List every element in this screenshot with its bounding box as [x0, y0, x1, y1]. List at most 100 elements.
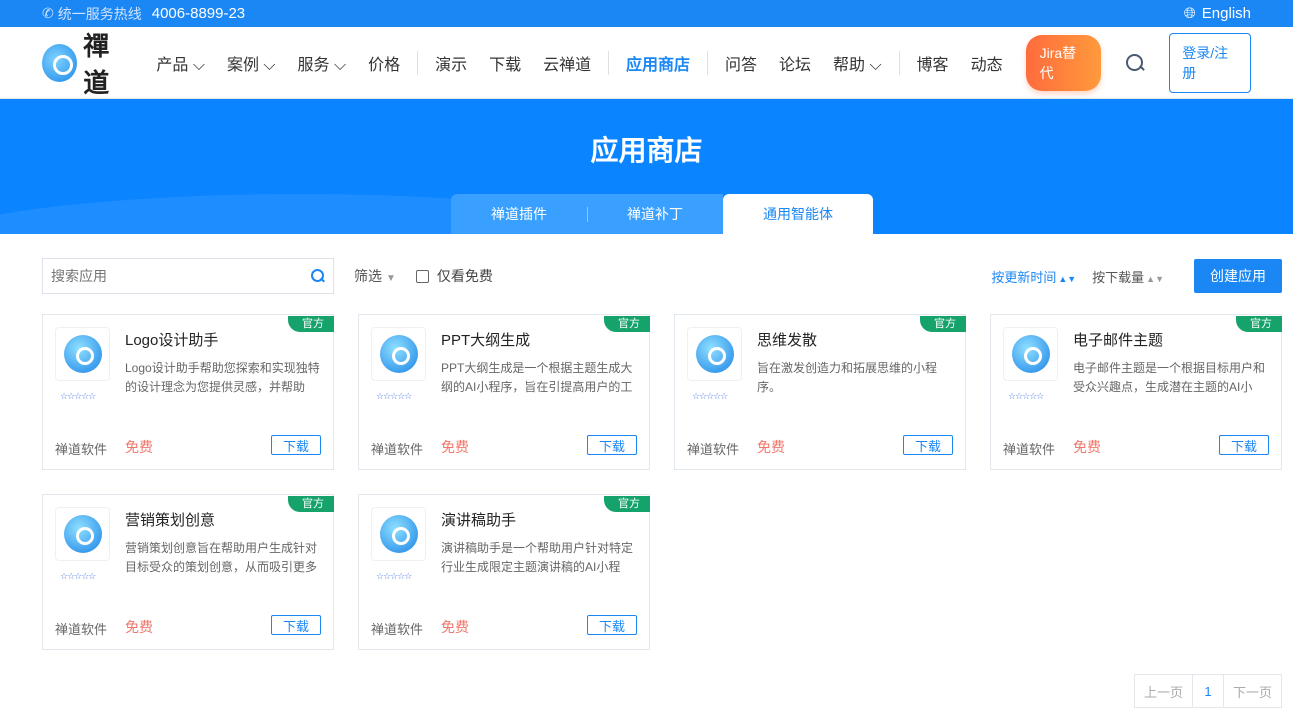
nav-app-store[interactable]: 应用商店 [626, 51, 690, 75]
app-price: 免费 [757, 439, 785, 455]
app-card[interactable]: 官方 ☆☆☆☆☆ Logo设计助手 Logo设计助手帮助您探索和实现独特的设计理… [42, 314, 334, 470]
hotline-label: 统一服务热线 [57, 5, 142, 22]
logo[interactable]: 禪道 [42, 26, 131, 100]
official-badge: 官方 [604, 316, 650, 332]
sort-downloads-label: 按下载量 [1092, 269, 1145, 285]
search-icon[interactable] [311, 269, 325, 283]
app-card[interactable]: 官方 ☆☆☆☆☆ 演讲稿助手 演讲稿助手是一个帮助用户针对特定行业生成限定主题演… [358, 494, 650, 650]
app-title[interactable]: 营销策划创意 [125, 509, 215, 530]
app-card[interactable]: 官方 ☆☆☆☆☆ 思维发散 旨在激发创造力和拓展思维的小程序。 禅道软件 免费 … [674, 314, 966, 470]
rating-stars: ☆☆☆☆☆ [692, 391, 728, 401]
nav-divider [898, 50, 900, 75]
sort-icon: ▲▼ [1146, 273, 1164, 284]
app-card[interactable]: 官方 ☆☆☆☆☆ 电子邮件主题 电子邮件主题是一个根据目标用户和受众兴趣点，生成… [990, 314, 1282, 470]
sort-by-update[interactable]: 按更新时间 ▲▼ [991, 267, 1076, 286]
zentao-logo-icon [63, 335, 102, 373]
logo-icon [42, 43, 78, 82]
phone-icon: ✆ [42, 5, 54, 21]
app-price: 免费 [441, 439, 469, 455]
app-title[interactable]: PPT大纲生成 [441, 329, 530, 350]
app-card[interactable]: 官方 ☆☆☆☆☆ PPT大纲生成 PPT大纲生成是一个根据主题生成大纲的AI小程… [358, 314, 650, 470]
app-title[interactable]: 电子邮件主题 [1073, 329, 1163, 350]
app-description: 营销策划创意旨在帮助用户生成针对目标受众的策划创意，从而吸引更多 [125, 541, 318, 574]
prev-page-button[interactable]: 上一页 [1135, 675, 1192, 707]
app-description: Logo设计助手帮助您探索和实现独特的设计理念为您提供灵感，并帮助 [125, 361, 320, 394]
sort-by-downloads[interactable]: 按下载量 ▲▼ [1092, 267, 1164, 286]
app-vendor: 禅道软件 [1003, 442, 1056, 457]
official-badge: 官方 [288, 316, 334, 332]
rating-stars: ☆☆☆☆☆ [60, 571, 96, 581]
nav-divider [608, 50, 610, 75]
nav-cloud[interactable]: 云禅道 [543, 51, 591, 75]
page-1-button[interactable]: 1 [1191, 675, 1224, 707]
filter-bar: 筛选 ▼ 仅看免费 按更新时间▲▼ 按下载量▲▼ 创建应用 [42, 258, 1282, 294]
official-badge: 官方 [920, 316, 966, 332]
zentao-logo-icon [1011, 335, 1050, 373]
app-icon [1003, 327, 1058, 381]
logo-text: 禪道 [83, 31, 110, 99]
nav-forum[interactable]: 论坛 [779, 51, 811, 75]
tab-agents[interactable]: 通用智能体 [723, 194, 873, 234]
hero-banner: 应用商店 禅道插件 禅道补丁 通用智能体 [0, 99, 1293, 234]
official-badge: 官方 [288, 496, 334, 512]
nav-download[interactable]: 下载 [489, 51, 521, 75]
next-page-button[interactable]: 下一页 [1224, 675, 1281, 707]
zentao-logo-icon [63, 515, 102, 553]
globe-icon: 🌐︎ [1183, 5, 1196, 22]
download-button[interactable]: 下载 [587, 435, 637, 455]
download-button[interactable]: 下载 [1219, 435, 1269, 455]
app-vendor: 禅道软件 [55, 622, 108, 637]
app-vendor: 禅道软件 [55, 442, 108, 457]
zentao-logo-icon [695, 335, 734, 373]
download-button[interactable]: 下载 [271, 435, 321, 455]
free-only-label: 仅看免费 [436, 268, 493, 284]
page-title: 应用商店 [590, 135, 703, 166]
rating-stars: ☆☆☆☆☆ [376, 391, 412, 401]
app-title[interactable]: 演讲稿助手 [441, 509, 516, 530]
official-badge: 官方 [604, 496, 650, 512]
rating-stars: ☆☆☆☆☆ [376, 571, 412, 581]
nav-products[interactable]: 产品 ⌵ [156, 51, 205, 75]
pagination: 上一页 1 下一页 [1133, 674, 1282, 708]
login-register-button[interactable]: 登录/注册 [1169, 32, 1252, 93]
app-title[interactable]: Logo设计助手 [125, 329, 218, 350]
nav-news[interactable]: 动态 [971, 51, 1003, 75]
nav-services[interactable]: 服务 ⌵ [298, 51, 347, 75]
app-vendor: 禅道软件 [687, 442, 740, 457]
app-card[interactable]: 官方 ☆☆☆☆☆ 营销策划创意 营销策划创意旨在帮助用户生成针对目标受众的策划创… [42, 494, 334, 650]
free-only-checkbox[interactable]: 仅看免费 [415, 266, 493, 286]
caret-down-icon: ▼ [386, 273, 396, 284]
category-tabs: 禅道插件 禅道补丁 通用智能体 [451, 194, 873, 234]
app-description: 电子邮件主题是一个根据目标用户和受众兴趣点，生成潜在主题的AI小 [1073, 361, 1266, 394]
tab-plugins[interactable]: 禅道插件 [451, 194, 587, 234]
search-box [42, 258, 334, 294]
create-app-button[interactable]: 创建应用 [1194, 259, 1282, 293]
jira-alternative-button[interactable]: Jira替代 [1025, 34, 1101, 91]
nav-qa[interactable]: 问答 [725, 51, 757, 75]
nav-demo[interactable]: 演示 [435, 51, 467, 75]
nav-cases[interactable]: 案例 ⌵ [227, 51, 276, 75]
app-icon [55, 507, 110, 561]
tab-patches[interactable]: 禅道补丁 [587, 194, 723, 234]
filter-dropdown[interactable]: 筛选 ▼ [354, 266, 396, 286]
app-title[interactable]: 思维发散 [757, 329, 817, 350]
language-label: English [1201, 5, 1251, 22]
download-button[interactable]: 下载 [587, 615, 637, 635]
nav-blog[interactable]: 博客 [917, 51, 949, 75]
zentao-logo-icon [379, 335, 418, 373]
hotline-phone: 4006-8899-23 [151, 5, 246, 22]
nav-help[interactable]: 帮助 ⌵ [833, 51, 882, 75]
language-switch[interactable]: 🌐︎ English [1184, 5, 1251, 22]
nav-divider [707, 50, 708, 75]
app-price: 免费 [125, 439, 153, 455]
nav-pricing[interactable]: 价格 [368, 51, 400, 75]
filter-label: 筛选 [354, 268, 382, 284]
app-price: 免费 [1073, 439, 1101, 455]
zentao-logo-icon [379, 515, 418, 553]
download-button[interactable]: 下载 [903, 435, 953, 455]
search-input[interactable] [51, 268, 291, 284]
search-icon[interactable] [1125, 53, 1144, 73]
app-description: 演讲稿助手是一个帮助用户针对特定行业生成限定主题演讲稿的AI小程 [441, 541, 634, 574]
download-button[interactable]: 下载 [271, 615, 321, 635]
app-vendor: 禅道软件 [371, 622, 424, 637]
